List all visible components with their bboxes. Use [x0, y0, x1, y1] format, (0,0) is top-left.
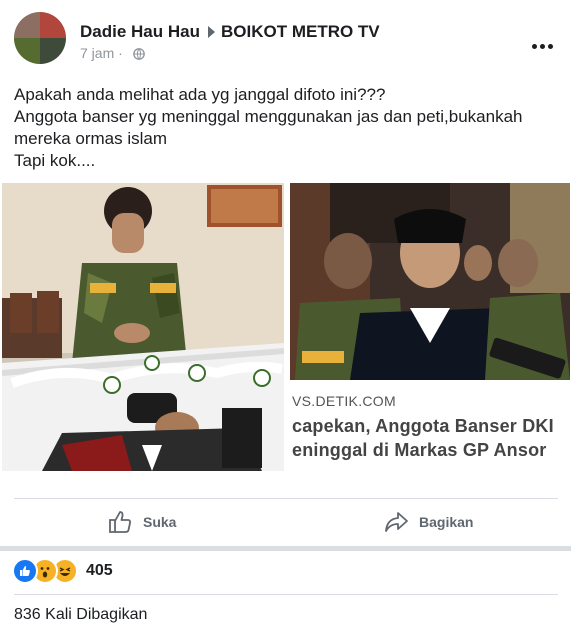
avatar-tile — [40, 12, 66, 38]
thumbs-up-icon — [109, 511, 131, 533]
reactions-summary[interactable]: 405 — [12, 558, 113, 584]
news-source-url: VS.DETIK.COM — [292, 393, 396, 409]
more-options-button[interactable] — [529, 36, 553, 54]
share-label: Bagikan — [419, 514, 474, 530]
post-photo-left[interactable] — [2, 183, 284, 471]
more-dot-icon — [548, 44, 553, 49]
post-header: Dadie Hau Hau BOIKOT METRO TV 7 jam · — [0, 0, 571, 78]
more-dot-icon — [540, 44, 545, 49]
more-dot-icon — [532, 44, 537, 49]
reaction-count: 405 — [86, 562, 113, 579]
divider — [14, 498, 558, 499]
section-separator — [0, 546, 571, 551]
author-avatar[interactable] — [14, 12, 66, 64]
post-time[interactable]: 7 jam — [80, 45, 114, 61]
avatar-tile — [14, 38, 40, 64]
like-icon — [12, 558, 38, 584]
author-line: Dadie Hau Hau BOIKOT METRO TV — [80, 22, 380, 42]
post-text-line: mereka ormas islam — [14, 129, 168, 148]
post-photo-right[interactable]: VS.DETIK.COM capekan, Anggota Banser DKI… — [290, 183, 570, 471]
avatar-tile — [14, 12, 40, 38]
news-headline-line1: capekan, Anggota Banser DKI — [292, 416, 554, 436]
news-headline-line2: eninggal di Markas GP Ansor — [292, 440, 547, 460]
divider — [14, 594, 558, 595]
right-arrow-icon — [207, 26, 215, 39]
share-count[interactable]: 836 Kali Dibagikan — [14, 606, 147, 624]
author-name[interactable]: Dadie Hau Hau — [80, 22, 200, 41]
news-caption-banner: VS.DETIK.COM capekan, Anggota Banser DKI… — [290, 380, 570, 471]
post-text-line: Apakah anda melihat ada yg janggal difot… — [14, 85, 386, 104]
like-button[interactable]: Suka — [107, 500, 176, 544]
target-page-name[interactable]: BOIKOT METRO TV — [221, 22, 380, 41]
globe-icon — [132, 48, 145, 60]
like-label: Suka — [143, 514, 177, 530]
news-photo-illustration — [290, 183, 570, 380]
post-text: Apakah anda melihat ada yg janggal difot… — [14, 84, 559, 172]
post-meta: 7 jam · — [80, 45, 145, 61]
avatar-tile — [40, 38, 66, 64]
post-text-line: Anggota banser yg meninggal menggunakan … — [14, 107, 523, 126]
funeral-photo-illustration — [2, 183, 284, 471]
post-text-line: Tapi kok.... — [14, 151, 96, 170]
share-arrow-icon — [385, 512, 408, 532]
share-button[interactable]: Bagikan — [383, 500, 473, 544]
